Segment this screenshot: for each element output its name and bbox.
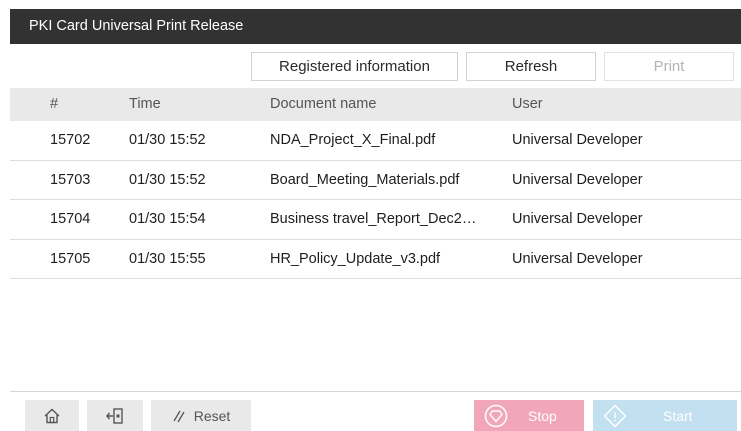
row-number: 15702: [50, 132, 91, 148]
window-title: PKI Card Universal Print Release: [10, 9, 741, 44]
row-time: 01/30 15:52: [129, 132, 206, 148]
reset-label: Reset: [193, 408, 231, 424]
print-button[interactable]: Print: [604, 52, 734, 81]
row-number: 15705: [50, 250, 91, 267]
row-time: 01/30 15:55: [129, 250, 206, 267]
header-user: User: [512, 96, 543, 112]
table-row[interactable]: 15704 01/30 15:54 Business travel_Report…: [10, 200, 741, 240]
home-icon: [44, 408, 60, 424]
row-time: 01/30 15:54: [129, 211, 206, 227]
table-row[interactable]: 15703 01/30 15:52 Board_Meeting_Material…: [10, 161, 741, 200]
row-user: Universal Developer: [512, 171, 643, 188]
start-button[interactable]: Start: [593, 400, 737, 431]
header-time: Time: [129, 96, 161, 112]
start-icon: [603, 404, 627, 428]
table-header: # Time Document name User: [10, 88, 741, 121]
toolbar: Registered information Refresh Print: [0, 52, 741, 81]
print-release-screen: PKI Card Universal Print Release Registe…: [0, 0, 741, 431]
row-user: Universal Developer: [512, 132, 643, 148]
header-document-name: Document name: [270, 96, 377, 112]
row-document-name: Board_Meeting_Materials.pdf: [270, 171, 460, 188]
reset-button[interactable]: Reset: [151, 400, 251, 431]
logout-icon: [106, 408, 123, 424]
home-button[interactable]: [25, 400, 79, 431]
refresh-button[interactable]: Refresh: [466, 52, 596, 81]
row-user: Universal Developer: [512, 250, 643, 267]
stop-label: Stop: [528, 408, 557, 424]
logout-button[interactable]: [87, 400, 143, 431]
registered-information-button[interactable]: Registered information: [251, 52, 458, 81]
row-document-name: HR_Policy_Update_v3.pdf: [270, 250, 441, 267]
start-label: Start: [663, 408, 693, 424]
stop-icon: [484, 404, 508, 428]
row-document-name: Business travel_Report_Dec2…: [270, 211, 477, 227]
row-document-name: NDA_Project_X_Final.pdf: [270, 132, 436, 148]
row-time: 01/30 15:52: [129, 171, 206, 188]
header-number: #: [50, 96, 59, 112]
row-user: Universal Developer: [512, 211, 643, 227]
reset-icon: [173, 410, 185, 423]
table-row[interactable]: 15702 01/30 15:52 NDA_Project_X_Final.pd…: [10, 121, 741, 161]
table-row[interactable]: 15705 01/30 15:55 HR_Policy_Update_v3.pd…: [10, 240, 741, 279]
stop-button[interactable]: Stop: [474, 400, 584, 431]
job-table: # Time Document name User 15702 01/30 15…: [10, 88, 741, 279]
row-number: 15703: [50, 171, 91, 188]
row-number: 15704: [50, 211, 91, 227]
bottom-bar: Reset Stop Start: [10, 391, 741, 431]
